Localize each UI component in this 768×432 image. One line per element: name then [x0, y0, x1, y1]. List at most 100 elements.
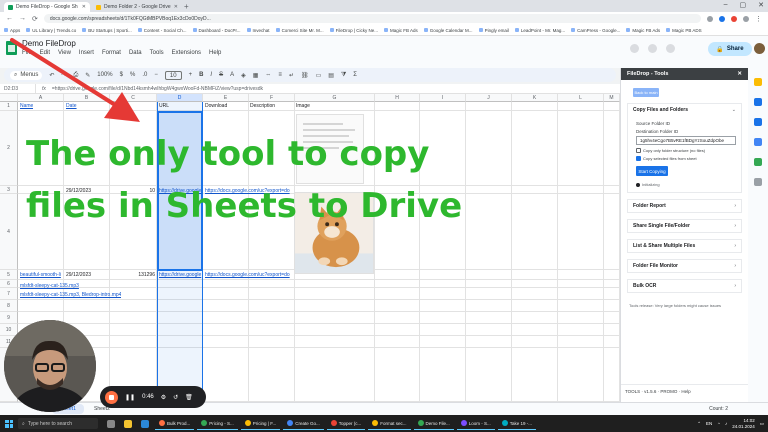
chevron-right-icon: ›: [734, 223, 736, 229]
app-icon: [287, 420, 294, 426]
chevron-right-icon: ›: [734, 203, 736, 209]
section-header[interactable]: Folder File Monitor ›: [628, 260, 741, 272]
taskbar-window[interactable]: Bulk Prod...: [155, 417, 195, 430]
trash-icon[interactable]: 🗑: [185, 394, 193, 401]
system-tray: ⌃ EN ◔ ♪ 14:02 24.01.2024 ▭: [697, 418, 768, 430]
recording-controls: ❚❚ 0:46 ⚙ ↺ 🗑: [100, 386, 206, 408]
tasks-icon[interactable]: [754, 118, 762, 126]
recording-time: 0:46: [142, 394, 154, 400]
taskbar-window[interactable]: Create Go...: [283, 417, 324, 430]
language-indicator[interactable]: EN: [706, 421, 712, 426]
app-icon: [244, 420, 251, 426]
start-copying-button[interactable]: Start Copying: [636, 166, 668, 176]
maps-icon[interactable]: [754, 158, 762, 166]
source-folder-label: Source Folder ID: [636, 121, 671, 126]
taskbar-window[interactable]: Take 19 -...: [497, 417, 537, 430]
copy-files-section: Copy Files and Folders ⌄ Source Folder I…: [627, 103, 742, 193]
app-icon: [372, 420, 379, 426]
taskbar-window[interactable]: Pricing | F...: [240, 417, 281, 430]
settings-icon[interactable]: ⚙: [161, 394, 166, 401]
side-icon-rail: [748, 68, 768, 402]
app-icon: [330, 420, 337, 426]
store-icon[interactable]: [138, 418, 152, 430]
app-icon: [201, 420, 208, 426]
close-icon[interactable]: ✕: [737, 71, 742, 77]
volume-icon[interactable]: ♪: [725, 421, 727, 426]
task-view-icon[interactable]: [104, 418, 118, 430]
collapsed-section: Bulk OCR ›: [627, 279, 742, 293]
taskbar-window-label: Bulk Prod...: [167, 420, 191, 426]
tools-hint: Tools release: Very large folders might …: [629, 303, 722, 308]
app-icon: [501, 420, 508, 426]
caption-line-1: The only tool to copy: [26, 134, 430, 174]
filedrop-sidebar: FileDrop - Tools ✕ Back to main Copy Fil…: [620, 68, 748, 402]
taskbar-window-label: Create Go...: [295, 420, 320, 426]
collapsed-section: Folder File Monitor ›: [627, 259, 742, 273]
taskbar-window[interactable]: Demo File...: [413, 417, 454, 430]
taskbar-window[interactable]: Pricing - S...: [197, 417, 238, 430]
section-header[interactable]: List & Share Multiple Files ›: [628, 240, 741, 252]
collapsed-section: Folder Report ›: [627, 199, 742, 213]
notifications-icon[interactable]: ▭: [760, 421, 764, 427]
chevron-right-icon: ›: [734, 243, 736, 249]
chevron-right-icon: ›: [734, 283, 736, 289]
caption-line-2: files in Sheets to Drive: [26, 186, 463, 226]
destination-folder-label: Destination Folder ID: [636, 129, 679, 134]
contacts-icon[interactable]: [754, 138, 762, 146]
copy-files-header[interactable]: Copy Files and Folders ⌄: [628, 104, 741, 116]
section-header[interactable]: Share Single File/Folder ›: [628, 220, 741, 232]
clock[interactable]: 14:02 24.01.2024: [732, 418, 755, 430]
back-to-main-button[interactable]: Back to main: [633, 88, 659, 97]
file-explorer-icon[interactable]: [121, 418, 135, 430]
structure-only-checkbox[interactable]: Copy only folder structure (no files): [636, 148, 736, 153]
spinner-icon: [636, 182, 640, 187]
app-icon: [159, 420, 165, 426]
taskbar-window[interactable]: Topper (c...: [326, 417, 366, 430]
taskbar-window[interactable]: Loom - S...: [456, 417, 495, 430]
wifi-icon[interactable]: ◔: [717, 421, 720, 426]
stop-recording-button[interactable]: [105, 390, 118, 404]
chevron-down-icon: ⌄: [731, 107, 736, 113]
taskbar-window-label: Format sec...: [380, 420, 407, 426]
section-title: Share Single File/Folder: [633, 223, 690, 229]
overlay-caption: The only tool to copy files in Sheets to…: [26, 128, 586, 232]
section-title: List & Share Multiple Files: [633, 243, 696, 249]
tray-chevron-icon[interactable]: ⌃: [697, 421, 701, 427]
section-title: Folder Report: [633, 203, 666, 209]
copy-selected-checkbox[interactable]: Copy selected files from sheet: [636, 156, 736, 161]
taskbar-window-label: Pricing | F...: [252, 420, 277, 426]
app-icon: [460, 420, 467, 426]
selection-count[interactable]: Count: 2: [709, 406, 728, 412]
webcam-bubble: [4, 320, 96, 412]
app-icon: [417, 420, 424, 426]
collapsed-section: Share Single File/Folder ›: [627, 219, 742, 233]
start-button[interactable]: [0, 415, 18, 432]
windows-taskbar: ⌕ Type here to search Bulk Prod... Pricin…: [0, 415, 768, 432]
taskbar-window[interactable]: Format sec...: [368, 417, 411, 430]
taskbar-window-label: Topper (c...: [338, 420, 362, 426]
checkbox-icon: [636, 148, 641, 153]
taskbar-search-input[interactable]: ⌕ Type here to search: [18, 418, 98, 429]
taskbar-window-label: Pricing - S...: [209, 420, 234, 426]
collapsed-section: List & Share Multiple Files ›: [627, 239, 742, 253]
taskbar-window-label: Demo File...: [425, 420, 450, 426]
section-title: Bulk OCR: [633, 283, 657, 289]
pause-icon[interactable]: ❚❚: [125, 394, 135, 401]
search-icon: ⌕: [22, 420, 25, 427]
status-text: Initializing: [636, 182, 736, 187]
destination-folder-input[interactable]: 1g5hv4eCgo7B5vRE1fBDgYzSouZdpObe: [636, 136, 736, 145]
addon-icon[interactable]: [754, 178, 762, 186]
keep-icon[interactable]: [754, 78, 762, 86]
sidebar-title-bar: FileDrop - Tools ✕: [621, 68, 748, 80]
chevron-right-icon: ›: [734, 263, 736, 269]
windows-logo-icon: [5, 419, 13, 428]
calendar-icon[interactable]: [754, 98, 762, 106]
sidebar-footer: TOOLS · v1.5.6 · PROMO · Help: [621, 384, 748, 394]
section-title: Folder File Monitor: [633, 263, 678, 269]
restart-icon[interactable]: ↺: [173, 394, 178, 401]
checkbox-checked-icon: [636, 156, 641, 161]
taskbar-window-label: Take 19 -...: [509, 420, 533, 426]
section-header[interactable]: Folder Report ›: [628, 200, 741, 212]
section-header[interactable]: Bulk OCR ›: [628, 280, 741, 292]
taskbar-window-label: Loom - S...: [468, 420, 491, 426]
